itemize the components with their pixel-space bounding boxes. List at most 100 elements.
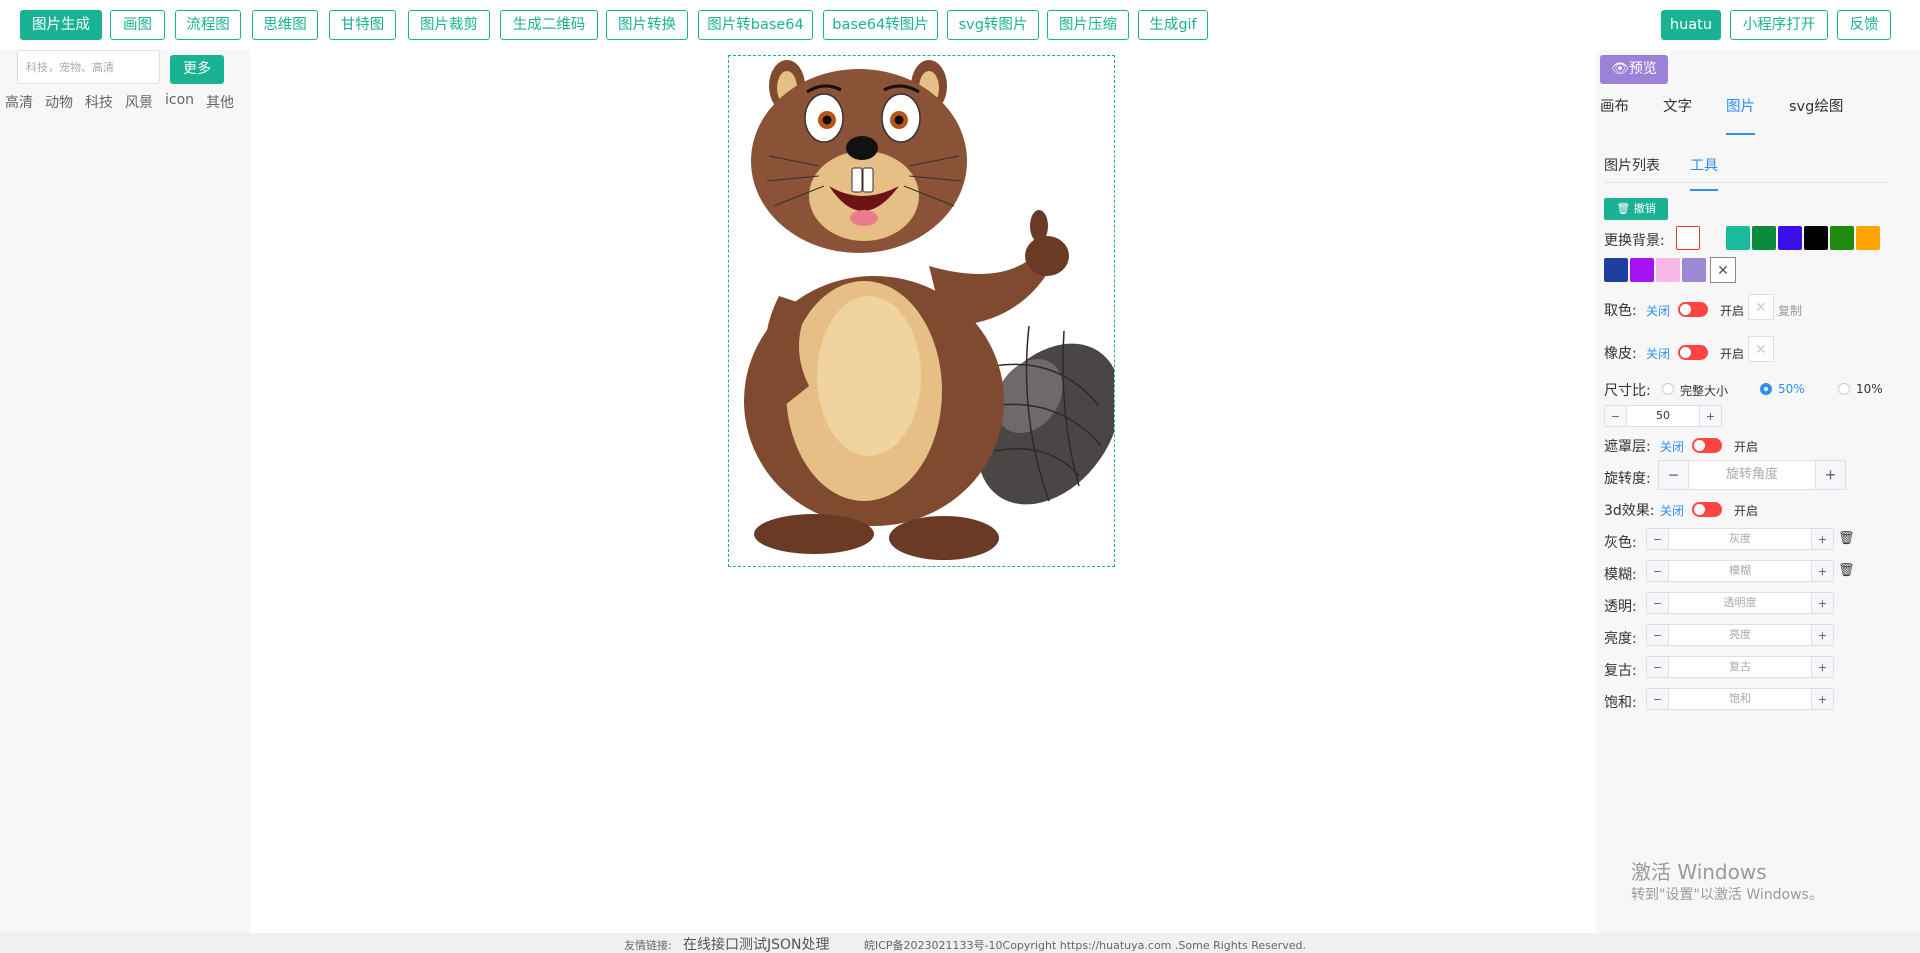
size-value[interactable]: 50 <box>1627 406 1699 426</box>
canvas[interactable] <box>728 55 1121 567</box>
rotate-input[interactable]: 旋转角度 <box>1689 461 1815 489</box>
tag-tech[interactable]: 科技 <box>85 92 113 112</box>
nav-gantt[interactable]: 甘特图 <box>329 10 396 40</box>
filter-blur-stepper[interactable]: − 模糊 + <box>1646 560 1834 582</box>
filter-brightness-input[interactable]: 亮度 <box>1669 625 1811 645</box>
plus-icon[interactable]: + <box>1811 529 1833 549</box>
plus-icon[interactable]: + <box>1815 461 1845 489</box>
tab-svg-draw[interactable]: svg绘图 <box>1789 95 1843 125</box>
bg-swatch-10[interactable] <box>1682 258 1706 282</box>
eraser-on[interactable]: 开启 <box>1720 345 1744 362</box>
bg-swatch-7[interactable] <box>1604 258 1628 282</box>
plus-icon[interactable]: + <box>1811 657 1833 677</box>
preview-button[interactable]: 👁预览 <box>1600 55 1668 84</box>
tab-image[interactable]: 图片 <box>1726 95 1755 135</box>
bg-swatch-6[interactable] <box>1856 226 1880 250</box>
effect3d-toggle[interactable] <box>1692 502 1722 517</box>
nav-image-convert[interactable]: 图片转换 <box>606 10 688 40</box>
minus-icon[interactable]: − <box>1647 689 1669 709</box>
bg-swatch-1[interactable] <box>1726 226 1750 250</box>
undo-button[interactable]: 🗑 撤销 <box>1604 198 1668 220</box>
pick-on[interactable]: 开启 <box>1720 302 1744 319</box>
nav-huatu[interactable]: huatu <box>1661 10 1721 40</box>
mask-toggle[interactable] <box>1692 438 1722 453</box>
tag-icon[interactable]: icon <box>165 92 194 112</box>
minus-icon[interactable]: − <box>1647 529 1669 549</box>
tab-canvas[interactable]: 画布 <box>1600 95 1629 125</box>
tab-text[interactable]: 文字 <box>1663 95 1692 125</box>
delete-icon[interactable]: 🗑 <box>1838 563 1855 578</box>
tab-image-list[interactable]: 图片列表 <box>1604 155 1660 182</box>
nav-draw[interactable]: 画图 <box>110 10 165 40</box>
tag-hd[interactable]: 高清 <box>5 92 33 112</box>
nav-image-generate[interactable]: 图片生成 <box>20 10 102 40</box>
nav-image-compress[interactable]: 图片压缩 <box>1047 10 1129 40</box>
plus-icon[interactable]: + <box>1699 406 1721 426</box>
ratio-10-radio[interactable] <box>1838 383 1850 395</box>
delete-icon[interactable]: 🗑 <box>1838 531 1855 546</box>
plus-icon[interactable]: + <box>1811 593 1833 613</box>
plus-icon[interactable]: + <box>1811 625 1833 645</box>
filter-gray-stepper[interactable]: − 灰度 + <box>1646 528 1834 550</box>
size-stepper[interactable]: − 50 + <box>1604 405 1722 427</box>
filter-saturate-input[interactable]: 饱和 <box>1669 689 1811 709</box>
nav-miniprogram[interactable]: 小程序打开 <box>1730 10 1828 40</box>
bg-swatch-3[interactable] <box>1778 226 1802 250</box>
nav-qrcode[interactable]: 生成二维码 <box>500 10 598 40</box>
pick-off[interactable]: 关闭 <box>1646 302 1670 319</box>
minus-icon[interactable]: − <box>1647 593 1669 613</box>
pick-color-box[interactable]: ✕ <box>1748 294 1774 320</box>
nav-base64-to-image[interactable]: base64转图片 <box>823 10 938 40</box>
filter-sepia-stepper[interactable]: − 复古 + <box>1646 656 1834 678</box>
footer-link-json[interactable]: 在线接口测试JSON处理 <box>683 934 830 953</box>
ratio-50-radio[interactable] <box>1760 383 1772 395</box>
bg-swatch-2[interactable] <box>1752 226 1776 250</box>
tag-other[interactable]: 其他 <box>206 92 234 112</box>
filter-blur-input[interactable]: 模糊 <box>1669 561 1811 581</box>
bg-swatch-9[interactable] <box>1656 258 1680 282</box>
rotate-stepper[interactable]: − 旋转角度 + <box>1658 460 1846 490</box>
filter-gray-input[interactable]: 灰度 <box>1669 529 1811 549</box>
nav-feedback[interactable]: 反馈 <box>1837 10 1891 40</box>
eraser-toggle[interactable] <box>1678 345 1708 360</box>
nav-svg-to-image[interactable]: svg转图片 <box>947 10 1039 40</box>
effect3d-on[interactable]: 开启 <box>1734 502 1758 519</box>
minus-icon[interactable]: − <box>1659 461 1689 489</box>
minus-icon[interactable]: − <box>1605 406 1627 426</box>
minus-icon[interactable]: − <box>1647 561 1669 581</box>
ratio-full-radio[interactable] <box>1662 383 1674 395</box>
minus-icon[interactable]: − <box>1647 657 1669 677</box>
nav-flowchart[interactable]: 流程图 <box>175 10 241 40</box>
bg-swatch-4[interactable] <box>1804 226 1828 250</box>
plus-icon[interactable]: + <box>1811 561 1833 581</box>
eraser-box[interactable]: ✕ <box>1748 336 1774 362</box>
more-button[interactable]: 更多 <box>170 55 224 84</box>
plus-icon[interactable]: + <box>1811 689 1833 709</box>
beaver-image[interactable] <box>729 56 1121 566</box>
tag-scenery[interactable]: 风景 <box>125 92 153 112</box>
filter-sepia-input[interactable]: 复古 <box>1669 657 1811 677</box>
nav-image-crop[interactable]: 图片裁剪 <box>408 10 490 40</box>
filter-saturate-stepper[interactable]: − 饱和 + <box>1646 688 1834 710</box>
copy-button[interactable]: 复制 <box>1778 302 1802 319</box>
tag-animal[interactable]: 动物 <box>45 92 73 112</box>
mask-on[interactable]: 开启 <box>1734 438 1758 455</box>
bg-swatch-8[interactable] <box>1630 258 1654 282</box>
bg-swatch-none[interactable] <box>1676 226 1700 250</box>
filter-opacity-stepper[interactable]: − 透明度 + <box>1646 592 1834 614</box>
filter-opacity-input[interactable]: 透明度 <box>1669 593 1811 613</box>
bg-swatch-5[interactable] <box>1830 226 1854 250</box>
top-nav: 图片生成 画图 流程图 思维图 甘特图 图片裁剪 生成二维码 图片转换 图片转b… <box>0 0 1920 50</box>
nav-image-to-base64[interactable]: 图片转base64 <box>698 10 813 40</box>
nav-gif[interactable]: 生成gif <box>1138 10 1208 40</box>
tab-tools[interactable]: 工具 <box>1690 155 1718 191</box>
pick-toggle[interactable] <box>1678 302 1708 317</box>
mask-off[interactable]: 关闭 <box>1660 438 1684 455</box>
bg-clear-icon[interactable]: ✕ <box>1710 257 1736 283</box>
eraser-off[interactable]: 关闭 <box>1646 345 1670 362</box>
effect3d-off[interactable]: 关闭 <box>1660 502 1684 519</box>
filter-brightness-stepper[interactable]: − 亮度 + <box>1646 624 1834 646</box>
search-input[interactable] <box>17 50 160 84</box>
minus-icon[interactable]: − <box>1647 625 1669 645</box>
nav-mindmap[interactable]: 思维图 <box>252 10 318 40</box>
